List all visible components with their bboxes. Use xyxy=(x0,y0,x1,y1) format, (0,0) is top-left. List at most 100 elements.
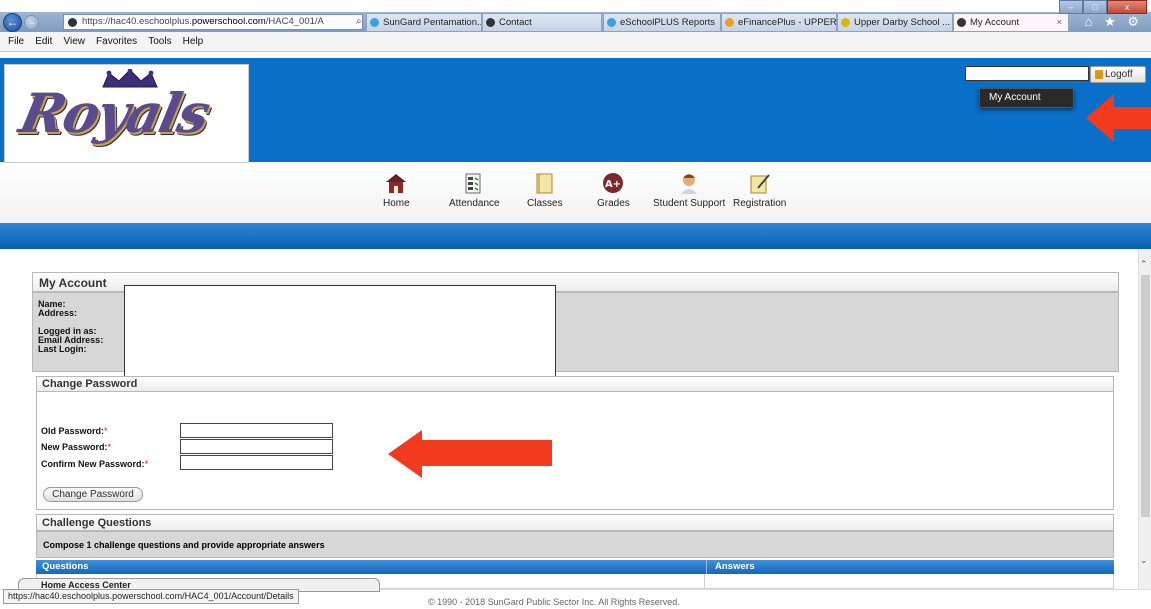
registration-icon xyxy=(750,174,770,194)
forward-button[interactable]: → xyxy=(24,15,39,30)
tab-label: eFinancePlus - UPPER ... xyxy=(738,17,837,28)
nav-label: Student Support xyxy=(653,198,726,209)
change-password-title: Change Password xyxy=(36,376,1114,392)
main-nav: Home Attendance Classes A+ Grades Studen… xyxy=(0,163,1151,223)
menu-file[interactable]: File xyxy=(0,32,28,51)
menu-item-my-account[interactable]: My Account xyxy=(980,89,1073,107)
tab-efinanceplus[interactable]: eFinancePlus - UPPER ... xyxy=(721,13,837,32)
new-password-input[interactable] xyxy=(180,439,333,454)
tab-upper-darby[interactable]: Upper Darby School ... xyxy=(837,13,953,32)
account-info-labels: Name: Address: Logged in as: Email Addre… xyxy=(38,300,103,354)
logo-text: Royals xyxy=(14,81,214,145)
home-icon xyxy=(386,174,407,193)
menu-bar: File Edit View Favorites Tools Help xyxy=(0,32,1151,52)
logoff-label: Logoff xyxy=(1105,69,1133,80)
forward-arrow-icon: → xyxy=(27,17,36,27)
close-tab-icon[interactable]: × xyxy=(1056,14,1062,31)
minimize-button[interactable]: – xyxy=(1059,0,1083,14)
back-button[interactable]: ← xyxy=(3,13,22,32)
scroll-down-icon[interactable]: ⌄ xyxy=(1140,555,1148,566)
site-favicon-icon xyxy=(68,18,77,27)
svg-text:A+: A+ xyxy=(605,179,621,190)
address-bar[interactable]: https://hac40.eschoolplus.powerschool.co… xyxy=(63,14,363,30)
required-mark: * xyxy=(144,459,149,469)
user-dropdown-menu: My Account xyxy=(979,88,1074,108)
nav-grades[interactable]: A+ Grades xyxy=(597,171,630,209)
nav-label: Grades xyxy=(597,198,630,209)
old-password-text: Old Password: xyxy=(41,426,105,436)
lock-icon xyxy=(1095,70,1103,79)
url-path: /HAC4_001/A xyxy=(265,16,324,27)
menu-view[interactable]: View xyxy=(59,32,89,51)
tab-label: Upper Darby School ... xyxy=(854,17,951,28)
questions-column-header: Questions xyxy=(42,561,89,572)
user-name-box[interactable] xyxy=(965,66,1089,81)
menu-edit[interactable]: Edit xyxy=(31,32,56,51)
scroll-up-icon[interactable]: ⌃ xyxy=(1140,259,1148,270)
tab-contact[interactable]: Contact xyxy=(482,13,602,32)
tab-my-account[interactable]: My Account × xyxy=(953,13,1069,32)
tab-eschoolplus-reports[interactable]: eSchoolPLUS Reports xyxy=(603,13,721,32)
change-password-button[interactable]: Change Password xyxy=(43,487,143,502)
address-label: Address: xyxy=(38,308,78,318)
site-icon xyxy=(486,18,495,27)
menu-tools[interactable]: Tools xyxy=(144,32,175,51)
nav-home[interactable]: Home xyxy=(383,171,410,209)
nav-label: Registration xyxy=(733,198,787,209)
student-support-icon xyxy=(681,174,698,194)
tab-sungard[interactable]: SunGard Pentamation... xyxy=(366,13,482,32)
classes-icon xyxy=(536,173,553,194)
ie-icon xyxy=(607,18,616,27)
tab-label: eSchoolPLUS Reports xyxy=(620,17,716,28)
site-icon xyxy=(957,18,966,27)
vertical-scrollbar[interactable]: ⌃ ⌄ xyxy=(1138,249,1151,589)
url-domain: powerschool.com xyxy=(191,16,266,27)
tab-label: Contact xyxy=(499,17,532,28)
nav-attendance[interactable]: Attendance xyxy=(449,171,500,209)
scrollbar-thumb[interactable] xyxy=(1141,275,1150,517)
challenge-questions-title: Challenge Questions xyxy=(36,514,1114,531)
status-bar-url: https://hac40.eschoolplus.powerschool.co… xyxy=(3,589,299,604)
copyright-text: © 1990 - 2018 SunGard Public Sector Inc.… xyxy=(428,597,680,607)
required-mark: * xyxy=(107,442,112,452)
ie-icon xyxy=(370,18,379,27)
required-mark: * xyxy=(104,426,108,436)
new-password-text: New Password: xyxy=(41,442,108,452)
nav-classes[interactable]: Classes xyxy=(527,171,563,209)
nav-registration[interactable]: Registration xyxy=(733,171,786,209)
logoff-button[interactable]: Logoff xyxy=(1090,66,1146,83)
confirm-password-input[interactable] xyxy=(180,455,333,470)
nav-label: Classes xyxy=(527,198,563,209)
school-icon xyxy=(841,18,850,27)
back-arrow-icon: ← xyxy=(6,15,19,29)
confirm-password-label: Confirm New Password:* xyxy=(41,459,148,469)
home-favorites-settings-icons[interactable]: ⌂ ★ ⚙ xyxy=(1085,14,1143,30)
menu-favorites[interactable]: Favorites xyxy=(92,32,141,51)
challenge-table-header: Questions Answers xyxy=(36,560,1114,574)
royals-logo[interactable]: Royals xyxy=(4,64,249,163)
blue-divider xyxy=(0,223,1151,249)
menu-help[interactable]: Help xyxy=(179,32,208,51)
close-window-button[interactable]: x xyxy=(1107,0,1147,14)
redacted-account-info xyxy=(124,285,556,382)
browser-toolbar: ← → https://hac40.eschoolplus.powerschoo… xyxy=(0,0,1151,32)
challenge-instructions: Compose 1 challenge questions and provid… xyxy=(36,531,1114,558)
attendance-icon xyxy=(465,173,481,194)
address-bar-icons[interactable]: ⌕ ▾ ▣ ↻ xyxy=(356,15,362,29)
column-divider xyxy=(704,574,705,588)
nav-student-support[interactable]: Student Support xyxy=(653,171,725,209)
nav-label: Home xyxy=(383,198,410,209)
answers-column-header: Answers xyxy=(706,560,755,574)
maximize-button[interactable]: □ xyxy=(1083,0,1107,14)
red-arrow-icon xyxy=(1086,94,1151,142)
caption-band xyxy=(0,0,1151,12)
tab-label: SunGard Pentamation... xyxy=(383,17,482,28)
last-login-label: Last Login: xyxy=(38,344,87,354)
old-password-input[interactable] xyxy=(180,423,333,438)
old-password-label: Old Password:* xyxy=(41,426,108,436)
new-password-label: New Password:* xyxy=(41,442,111,452)
window-controls: – □ x xyxy=(1059,0,1147,14)
tab-label: My Account xyxy=(970,17,1020,28)
efinance-icon xyxy=(725,18,734,27)
nav-label: Attendance xyxy=(449,198,500,209)
